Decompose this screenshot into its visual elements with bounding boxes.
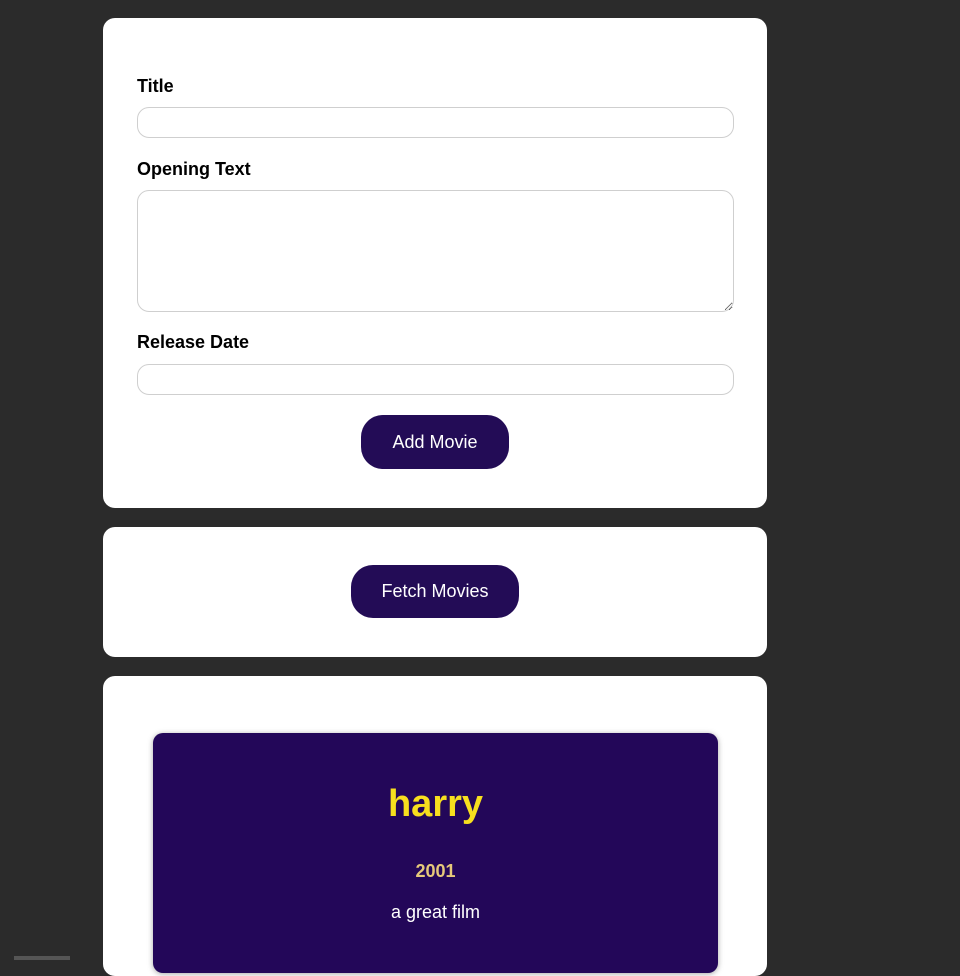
movie-title: harry — [387, 783, 484, 825]
movie-card: harry 2001 a great film — [153, 733, 718, 973]
opening-text-label: Opening Text — [137, 159, 251, 179]
add-movie-button[interactable]: Add Movie — [361, 415, 509, 469]
opening-text-textarea[interactable] — [137, 190, 734, 312]
release-date-input[interactable] — [137, 364, 734, 395]
fetch-movies-button[interactable]: Fetch Movies — [351, 565, 519, 618]
title-label: Title — [137, 76, 174, 96]
title-input[interactable] — [137, 107, 734, 138]
movie-opening-text: a great film — [390, 902, 481, 922]
movie-list-card: harry 2001 a great film — [103, 676, 767, 976]
release-date-label: Release Date — [137, 332, 250, 352]
horizontal-scrollbar-thumb[interactable] — [14, 956, 70, 960]
movie-release-date: 2001 — [415, 861, 456, 881]
fetch-movies-card: Fetch Movies — [103, 527, 767, 657]
add-movie-form-card: Title Opening Text Release Date Add Movi… — [103, 18, 767, 508]
